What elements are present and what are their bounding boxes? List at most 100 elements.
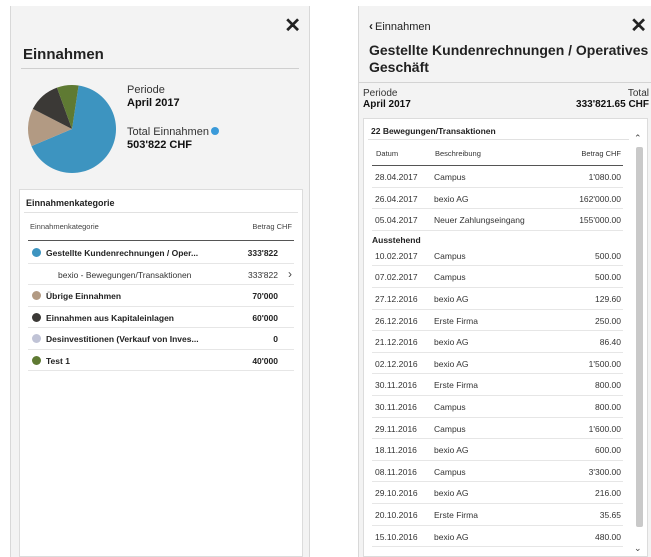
- column-header-amount: Betrag CHF: [581, 149, 621, 158]
- table-row[interactable]: 21.12.2016 bexio AG 86.40: [372, 331, 623, 353]
- category-amount: 0: [273, 334, 278, 344]
- date-cell: 29.10.2016: [375, 488, 418, 499]
- category-card: Einnahmenkategorie Einnahmenkategorie Be…: [19, 189, 303, 557]
- amount-cell: 800.00: [595, 380, 621, 391]
- divider: [24, 212, 298, 213]
- chevron-down-icon[interactable]: ⌄: [634, 543, 642, 554]
- legend-dot: [32, 334, 41, 343]
- total-label: Total Einnahmen: [127, 126, 219, 139]
- date-cell: 02.12.2016: [375, 358, 418, 369]
- description-cell: Erste Firma: [434, 380, 478, 391]
- description-cell: bexio AG: [434, 445, 469, 456]
- table-row[interactable]: 02.12.2016 bexio AG 1'500.00: [372, 353, 623, 375]
- category-row[interactable]: Test 1 40'000: [28, 350, 294, 371]
- table-row[interactable]: 07.02.2017 Campus 500.00: [372, 266, 623, 288]
- description-cell: Campus: [434, 250, 466, 261]
- description-cell: bexio AG: [434, 337, 469, 348]
- close-icon[interactable]: ✕: [284, 16, 301, 36]
- scrollbar-thumb[interactable]: [636, 147, 643, 527]
- divider: [368, 139, 629, 140]
- category-row[interactable]: Einnahmen aus Kapitaleinlagen 60'000: [28, 307, 294, 328]
- income-overview-panel: ✕ Einnahmen Periode April 2017 Total Ein…: [10, 6, 310, 557]
- table-row[interactable]: 29.10.2016 bexio AG 216.00: [372, 482, 623, 504]
- legend-dot: [32, 312, 41, 322]
- chevron-left-icon: ‹: [369, 19, 373, 33]
- category-row[interactable]: Übrige Einnahmen 70'000: [28, 285, 294, 307]
- amount-cell: 500.00: [595, 250, 621, 261]
- amount-cell: 250.00: [595, 315, 621, 326]
- back-label: Einnahmen: [375, 21, 431, 33]
- category-amount: 60'000: [252, 312, 278, 323]
- total-value: 333'821.65 CHF: [576, 99, 649, 110]
- date-cell: 10.02.2017: [375, 250, 418, 261]
- amount-cell: 1'600.00: [588, 423, 621, 434]
- periode-value: April 2017: [363, 99, 411, 110]
- category-name: Einnahmen aus Kapitaleinlagen: [46, 312, 175, 323]
- description-cell: Campus: [434, 272, 466, 283]
- column-header-amount: Betrag CHF: [252, 222, 292, 231]
- description-cell: bexio AG: [434, 358, 469, 369]
- description-cell: Neuer Zahlungseingang: [434, 215, 525, 226]
- amount-cell: 600.00: [595, 445, 621, 456]
- table-row[interactable]: 30.11.2016 Erste Firma 800.00: [372, 374, 623, 396]
- total-value: 503'822 CHF: [127, 139, 192, 151]
- table-row[interactable]: 27.12.2016 bexio AG 129.60: [372, 288, 623, 310]
- description-cell: Erste Firma: [434, 509, 478, 520]
- description-cell: bexio AG: [434, 531, 469, 542]
- transactions-card: 22 Bewegungen/Transaktionen Datum Beschr…: [363, 118, 648, 557]
- category-amount: 333'822: [248, 269, 278, 280]
- amount-cell: 800.00: [595, 401, 621, 412]
- amount-cell: 129.60: [595, 293, 621, 304]
- panel-title: Einnahmen: [23, 46, 104, 63]
- date-cell: 07.02.2017: [375, 272, 418, 283]
- periode-label: Periode: [127, 84, 165, 96]
- total-label-text: Total Einnahmen: [127, 126, 209, 138]
- scrollbar[interactable]: ⌃ ⌄: [633, 133, 645, 554]
- date-cell: 26.12.2016: [375, 315, 418, 326]
- info-icon[interactable]: [210, 127, 219, 135]
- category-name: bexio - Bewegungen/Transaktionen: [58, 269, 192, 280]
- table-row[interactable]: 30.11.2016 Campus 800.00: [372, 396, 623, 418]
- date-cell: 21.12.2016: [375, 337, 418, 348]
- chevron-right-icon[interactable]: ›: [288, 267, 292, 281]
- amount-cell: 3'300.00: [588, 466, 621, 477]
- column-header-date: Datum: [376, 149, 399, 158]
- date-cell: 05.04.2017: [375, 215, 418, 226]
- panel-title: Gestellte Kundenrechnungen / Operatives …: [369, 42, 649, 75]
- description-cell: Erste Firma: [434, 315, 478, 326]
- amount-cell: 86.40: [599, 337, 621, 348]
- chevron-up-icon[interactable]: ⌃: [634, 133, 642, 144]
- date-cell: 26.04.2017: [375, 193, 418, 204]
- table-row[interactable]: 15.10.2016 bexio AG 480.00: [372, 526, 623, 548]
- category-row[interactable]: Gestellte Kundenrechnungen / Oper... 333'…: [28, 242, 294, 264]
- table-row[interactable]: 10.02.2017 Campus 500.00: [372, 245, 623, 267]
- table-row[interactable]: 26.12.2016 Erste Firma 250.00: [372, 310, 623, 332]
- table-row[interactable]: 05.04.2017 Neuer Zahlungseingang 155'000.0…: [372, 209, 623, 231]
- category-row[interactable]: Desinvestitionen (Verkauf von Inves... 0: [28, 328, 294, 350]
- category-list: Gestellte Kundenrechnungen / Oper... 333'…: [28, 242, 294, 371]
- description-cell: bexio AG: [434, 488, 469, 499]
- amount-cell: 1'080.00: [588, 172, 621, 182]
- legend-dot: [32, 248, 41, 257]
- table-row[interactable]: 28.04.2017 Campus 1'080.00: [372, 166, 623, 188]
- column-header-category: Einnahmenkategorie: [30, 222, 99, 231]
- date-cell: 30.11.2016: [375, 401, 417, 412]
- total-label: Total: [627, 88, 649, 99]
- table-row[interactable]: 08.11.2016 Campus 3'300.00: [372, 461, 623, 483]
- description-cell: bexio AG: [434, 293, 469, 304]
- back-button[interactable]: ‹ Einnahmen: [369, 19, 431, 33]
- date-cell: 28.04.2017: [375, 172, 418, 182]
- amount-cell: 500.00: [595, 272, 621, 283]
- table-row[interactable]: 26.04.2017 bexio AG 162'000.00: [372, 188, 623, 210]
- legend-dot: [32, 355, 41, 365]
- category-subitem[interactable]: bexio - Bewegungen/Transaktionen 333'822 ›: [28, 264, 294, 285]
- amount-cell: 480.00: [595, 531, 621, 542]
- description-cell: Campus: [434, 423, 466, 434]
- table-row[interactable]: 20.10.2016 Erste Firma 35.65: [372, 504, 623, 526]
- divider: [359, 82, 651, 83]
- table-row[interactable]: 29.11.2016 Campus 1'600.00: [372, 418, 623, 440]
- periode-value: April 2017: [127, 97, 180, 109]
- column-header-description: Beschreibung: [435, 149, 481, 158]
- table-row[interactable]: 18.11.2016 bexio AG 600.00: [372, 439, 623, 461]
- close-icon[interactable]: ✕: [630, 16, 647, 36]
